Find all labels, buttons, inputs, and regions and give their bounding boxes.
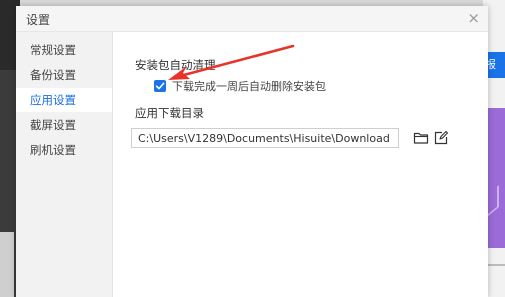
sidebar-item-apps[interactable]: 应用设置: [16, 88, 112, 112]
sidebar-item-screenshot[interactable]: 截屏设置: [16, 113, 112, 137]
download-path-input[interactable]: [131, 128, 399, 148]
settings-dialog: 设置 × 常规设置 备份设置 应用设置 截屏设置 刷机设置 安装包自动清理 下载…: [16, 6, 488, 297]
settings-content: 安装包自动清理 下载完成一周后自动删除安装包 应用下载目录: [113, 32, 488, 297]
check-icon: [155, 82, 165, 90]
dialog-title: 设置: [26, 13, 51, 27]
background-banner: [485, 108, 505, 248]
settings-sidebar: 常规设置 备份设置 应用设置 截屏设置 刷机设置: [16, 32, 113, 297]
dialog-titlebar: 设置 ×: [16, 6, 488, 32]
edit-icon[interactable]: [433, 130, 449, 146]
sidebar-item-flash[interactable]: 刷机设置: [16, 138, 112, 162]
folder-icon[interactable]: [413, 130, 429, 146]
download-dir-heading: 应用下载目录: [135, 106, 204, 120]
auto-delete-label[interactable]: 下载完成一周后自动删除安装包: [172, 78, 326, 94]
sidebar-item-backup[interactable]: 备份设置: [16, 63, 112, 87]
auto-delete-checkbox[interactable]: [154, 80, 166, 92]
close-icon[interactable]: ×: [467, 9, 480, 27]
auto-clean-heading: 安装包自动清理: [135, 58, 216, 72]
background-divider: [485, 264, 505, 266]
background-app-left-panel: [0, 232, 14, 297]
sidebar-item-general[interactable]: 常规设置: [16, 38, 112, 62]
